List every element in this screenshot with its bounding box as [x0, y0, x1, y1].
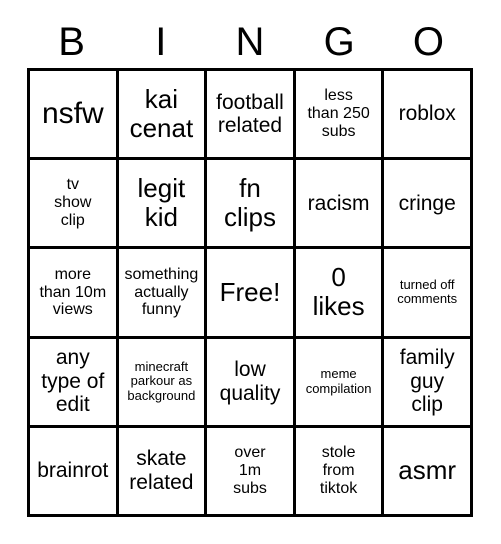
bingo-cell[interactable]: stole from tiktok [295, 427, 385, 517]
bingo-cell-label: Free! [219, 276, 281, 307]
bingo-cell-label: nsfw [41, 97, 104, 131]
bingo-cell[interactable]: cringe [384, 160, 473, 250]
bingo-cell[interactable]: minecraft parkour as background [118, 338, 208, 428]
bingo-cell-label: brainrot [37, 459, 109, 483]
bingo-cell-label: minecraft parkour as background [127, 358, 196, 403]
header-letter-i: I [155, 20, 167, 64]
bingo-cell-free-space[interactable]: Free! [207, 249, 296, 339]
bingo-cell-label: 0 likes [312, 262, 365, 322]
bingo-cell[interactable]: skate related [118, 427, 208, 517]
bingo-cell-label: meme compilation [305, 366, 372, 396]
bingo-cell-label: less than 250 subs [307, 87, 370, 141]
bingo-cell[interactable]: less than 250 subs [295, 71, 385, 161]
bingo-cell-label: tv show clip [54, 176, 92, 230]
header-letter-o: O [412, 20, 444, 64]
bingo-cell[interactable]: something actually funny [118, 249, 208, 339]
bingo-cell[interactable]: low quality [207, 338, 296, 428]
bingo-cell-label: roblox [398, 102, 456, 126]
bingo-cell[interactable]: roblox [384, 71, 473, 161]
bingo-cell[interactable]: legit kid [118, 160, 208, 250]
bingo-cell-label: cringe [398, 191, 456, 215]
bingo-cell-label: any type of edit [41, 346, 105, 417]
bingo-grid: nsfw kai cenat football related less than 2… [27, 68, 473, 517]
bingo-header-row: B I N G O [27, 16, 473, 68]
bingo-cell-label: more than 10m views [39, 265, 107, 319]
bingo-cell-label: something actually funny [124, 265, 199, 319]
bingo-cell-label: family guy clip [399, 346, 455, 417]
bingo-cell[interactable]: family guy clip [384, 338, 473, 428]
bingo-cell-label: skate related [129, 447, 194, 494]
bingo-cell-label: asmr [398, 455, 457, 486]
bingo-cell-label: fn clips [223, 173, 276, 233]
bingo-cell-label: over 1m subs [233, 444, 267, 497]
bingo-cell[interactable]: 0 likes [295, 249, 385, 339]
bingo-cell[interactable]: nsfw [30, 71, 119, 161]
bingo-cell[interactable]: football related [207, 71, 296, 161]
bingo-cell-label: football related [216, 90, 284, 138]
bingo-cell[interactable]: any type of edit [30, 338, 119, 428]
header-letter-n: N [235, 20, 265, 64]
bingo-cell[interactable]: brainrot [30, 427, 119, 517]
bingo-cell[interactable]: meme compilation [295, 338, 385, 428]
bingo-cell[interactable]: fn clips [207, 160, 296, 250]
bingo-cell-label: stole from tiktok [319, 444, 358, 497]
bingo-cell[interactable]: more than 10m views [30, 249, 119, 339]
bingo-cell-label: legit kid [137, 173, 186, 233]
header-letter-g: G [323, 20, 355, 64]
header-letter-b: B [58, 20, 85, 64]
bingo-card: B I N G O nsfw kai cenat football related l… [0, 0, 501, 544]
bingo-cell-label: kai cenat [129, 83, 194, 144]
bingo-cell[interactable]: asmr [384, 427, 473, 517]
bingo-cell[interactable]: racism [295, 160, 385, 250]
bingo-cell[interactable]: tv show clip [30, 160, 119, 250]
bingo-cell-label: turned off comments [397, 276, 458, 307]
bingo-cell[interactable]: over 1m subs [207, 427, 296, 517]
bingo-cell[interactable]: kai cenat [118, 71, 208, 161]
bingo-cell[interactable]: turned off comments [384, 249, 473, 339]
bingo-cell-label: low quality [219, 358, 281, 405]
bingo-cell-label: racism [307, 191, 370, 215]
